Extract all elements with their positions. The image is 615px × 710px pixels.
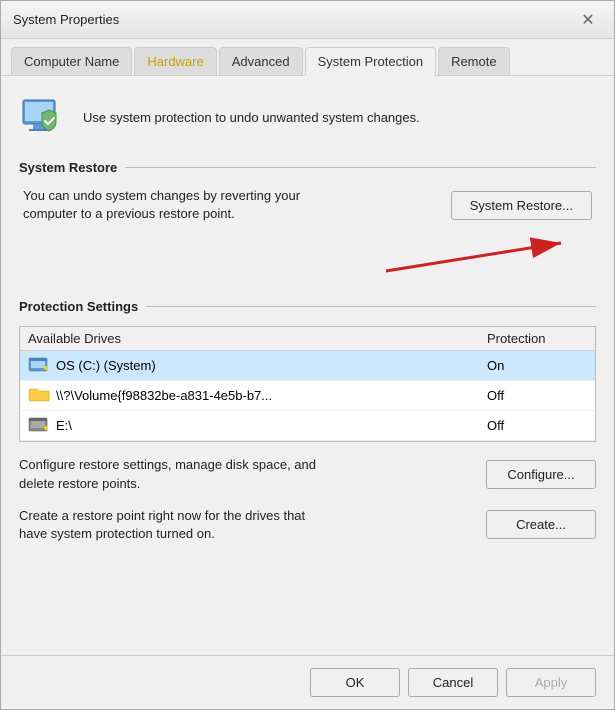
system-restore-button-wrap: System Restore... <box>451 191 592 220</box>
protection-section-divider <box>146 306 596 307</box>
protection-status: On <box>487 358 587 373</box>
dialog-footer: OK Cancel Apply <box>1 655 614 709</box>
configure-section: Configure restore settings, manage disk … <box>19 456 596 492</box>
drive-cell: E:\ <box>28 415 487 436</box>
create-button[interactable]: Create... <box>486 510 596 539</box>
drive-name: \\?\Volume{f98832be-a831-4e5b-b7... <box>56 388 272 403</box>
drive-name: OS (C:) (System) <box>56 358 156 373</box>
col-header-drives: Available Drives <box>28 331 487 346</box>
folder-drive-icon <box>28 385 50 406</box>
system-restore-button[interactable]: System Restore... <box>451 191 592 220</box>
tab-computer-name[interactable]: Computer Name <box>11 47 132 75</box>
dialog-title: System Properties <box>13 12 119 27</box>
protection-settings-header: Protection Settings <box>19 299 596 314</box>
system-restore-header: System Restore <box>19 160 596 175</box>
tab-bar: Computer Name Hardware Advanced System P… <box>1 39 614 76</box>
arrow-graphic <box>376 233 576 283</box>
close-button[interactable]: ✕ <box>574 6 602 34</box>
table-row[interactable]: OS (C:) (System) On <box>20 351 595 381</box>
content-area: Use system protection to undo unwanted s… <box>1 76 614 655</box>
protection-settings-title: Protection Settings <box>19 299 146 314</box>
table-header-row: Available Drives Protection <box>20 327 595 351</box>
info-box: Use system protection to undo unwanted s… <box>19 92 596 142</box>
ok-button[interactable]: OK <box>310 668 400 697</box>
configure-button[interactable]: Configure... <box>486 460 596 489</box>
title-bar: System Properties ✕ <box>1 1 614 39</box>
arrow-container <box>19 233 596 283</box>
table-row[interactable]: \\?\Volume{f98832be-a831-4e5b-b7... Off <box>20 381 595 411</box>
info-text: Use system protection to undo unwanted s… <box>83 110 420 125</box>
configure-text: Configure restore settings, manage disk … <box>19 456 329 492</box>
system-restore-description: You can undo system changes by reverting… <box>23 187 333 223</box>
tab-advanced[interactable]: Advanced <box>219 47 303 75</box>
drive-cell: OS (C:) (System) <box>28 355 487 376</box>
table-row[interactable]: E:\ Off <box>20 411 595 441</box>
create-text: Create a restore point right now for the… <box>19 507 329 543</box>
e-drive-icon <box>28 415 50 436</box>
apply-button[interactable]: Apply <box>506 668 596 697</box>
protection-status: Off <box>487 388 587 403</box>
tab-remote[interactable]: Remote <box>438 47 510 75</box>
create-text-content: Create a restore point right now for the… <box>19 508 305 541</box>
drives-table: Available Drives Protection OS (C:) (Sys… <box>19 326 596 442</box>
tab-system-protection[interactable]: System Protection <box>305 47 437 76</box>
cancel-button[interactable]: Cancel <box>408 668 498 697</box>
protection-status: Off <box>487 418 587 433</box>
drive-cell: \\?\Volume{f98832be-a831-4e5b-b7... <box>28 385 487 406</box>
system-restore-section: You can undo system changes by reverting… <box>19 187 596 223</box>
drive-name: E:\ <box>56 418 72 433</box>
tab-hardware[interactable]: Hardware <box>134 47 216 75</box>
section-divider <box>125 167 596 168</box>
system-restore-title: System Restore <box>19 160 125 175</box>
system-drive-icon <box>28 355 50 376</box>
create-section: Create a restore point right now for the… <box>19 507 596 543</box>
system-protection-icon <box>19 92 69 142</box>
col-header-protection: Protection <box>487 331 587 346</box>
system-properties-dialog: System Properties ✕ Computer Name Hardwa… <box>0 0 615 710</box>
